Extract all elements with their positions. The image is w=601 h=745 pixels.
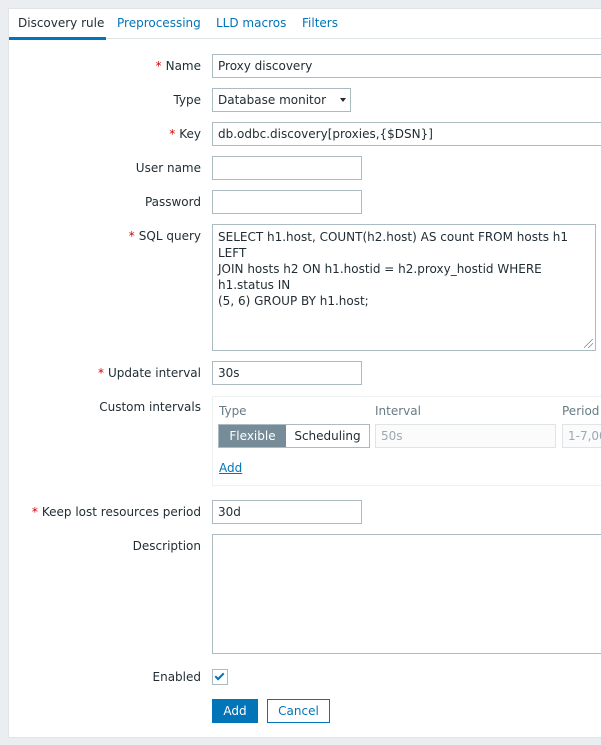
custom-intervals-label: Custom intervals <box>99 400 201 414</box>
enabled-label: Enabled <box>152 670 202 684</box>
add-button[interactable]: Add <box>212 699 258 723</box>
required-marker: * <box>97 366 104 380</box>
password-label: Password <box>144 195 201 209</box>
sql-query-line: (5, 6) GROUP BY h1.host; <box>218 294 369 308</box>
key-input[interactable]: db.odbc.discovery[proxies,{$DSN}] <box>212 122 601 146</box>
name-input[interactable]: Proxy discovery <box>212 54 601 78</box>
tab-lld-macros[interactable]: LLD macros <box>216 16 286 30</box>
username-label: User name <box>135 161 201 175</box>
required-marker: * <box>128 229 135 243</box>
active-tab-indicator <box>9 37 106 40</box>
enabled-checkbox[interactable] <box>212 669 228 685</box>
required-marker: * <box>169 127 176 141</box>
custom-intervals-table: Type Interval Period Flexible Scheduling… <box>212 396 601 486</box>
sql-query-line: JOIN hosts h2 ON h1.hostid = h2.proxy_ho… <box>218 262 542 292</box>
description-textarea[interactable] <box>212 534 601 654</box>
tab-preprocessing[interactable]: Preprocessing <box>117 16 201 30</box>
required-marker: * <box>155 59 162 73</box>
col-type-header: Type <box>219 404 247 418</box>
sql-query-line: SELECT h1.host, COUNT(h2.host) AS count … <box>218 230 569 260</box>
form-panel: Discovery rule Preprocessing LLD macros … <box>8 8 601 738</box>
update-interval-input[interactable]: 30s <box>212 361 362 385</box>
keep-lost-input[interactable]: 30d <box>212 500 362 524</box>
add-interval-link[interactable]: Add <box>219 461 242 475</box>
scheduling-option[interactable]: Scheduling <box>286 425 369 447</box>
chevron-down-icon <box>340 98 346 102</box>
tab-filters[interactable]: Filters <box>302 16 338 30</box>
period-input[interactable]: 1-7,00 <box>562 424 601 448</box>
tab-discovery-rule[interactable]: Discovery rule <box>18 16 104 30</box>
type-label: Type <box>173 93 201 107</box>
type-select[interactable]: Database monitor <box>212 88 351 112</box>
checkmark-icon <box>214 670 225 681</box>
resize-handle-icon[interactable] <box>584 339 593 348</box>
interval-type-segmented: Flexible Scheduling <box>218 424 370 448</box>
flexible-option[interactable]: Flexible <box>219 425 286 447</box>
key-label: * Key <box>169 127 201 141</box>
username-input[interactable] <box>212 156 362 180</box>
description-label: Description <box>132 539 201 553</box>
required-marker: * <box>31 505 38 519</box>
interval-input[interactable]: 50s <box>375 424 556 448</box>
sql-query-label: * SQL query <box>128 229 201 243</box>
name-label: * Name <box>155 59 201 73</box>
password-input[interactable] <box>212 190 362 214</box>
update-interval-label: * Update interval <box>97 366 201 380</box>
tab-bar: Discovery rule Preprocessing LLD macros … <box>9 9 601 40</box>
cancel-button[interactable]: Cancel <box>267 699 330 723</box>
col-period-header: Period <box>562 404 600 418</box>
type-select-value: Database monitor <box>218 93 327 107</box>
keep-lost-label: * Keep lost resources period <box>31 505 201 519</box>
col-interval-header: Interval <box>375 404 421 418</box>
sql-query-textarea[interactable]: SELECT h1.host, COUNT(h2.host) AS count … <box>212 224 596 351</box>
